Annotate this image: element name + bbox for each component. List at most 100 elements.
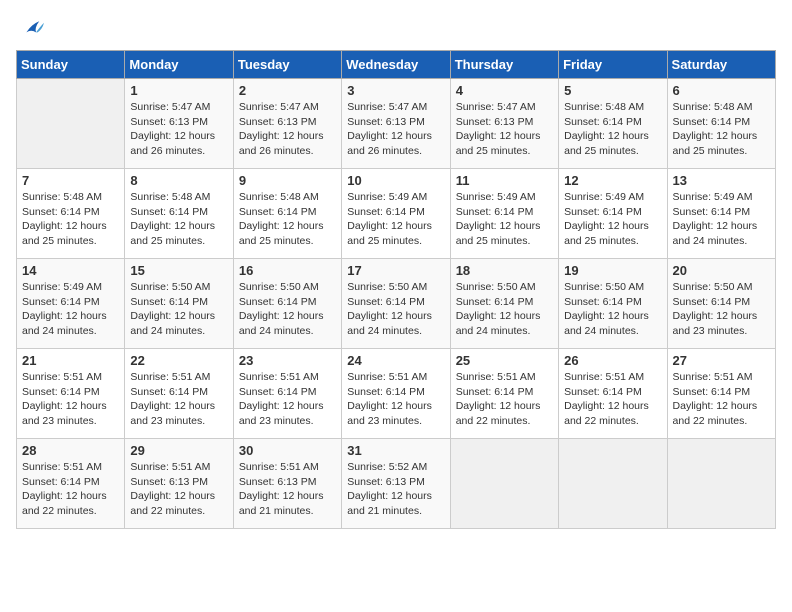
weekday-header-sunday: Sunday	[17, 51, 125, 79]
day-info: Sunrise: 5:51 AM Sunset: 6:14 PM Dayligh…	[22, 370, 119, 429]
day-number: 30	[239, 443, 336, 458]
day-info: Sunrise: 5:47 AM Sunset: 6:13 PM Dayligh…	[347, 100, 444, 159]
day-number: 22	[130, 353, 227, 368]
calendar-cell: 20Sunrise: 5:50 AM Sunset: 6:14 PM Dayli…	[667, 259, 775, 349]
day-number: 11	[456, 173, 553, 188]
day-number: 3	[347, 83, 444, 98]
calendar-cell: 1Sunrise: 5:47 AM Sunset: 6:13 PM Daylig…	[125, 79, 233, 169]
day-info: Sunrise: 5:51 AM Sunset: 6:13 PM Dayligh…	[130, 460, 227, 519]
day-info: Sunrise: 5:47 AM Sunset: 6:13 PM Dayligh…	[130, 100, 227, 159]
calendar-cell: 10 Sunrise: 5:49 AM Sunset: 6:14 PM Dayli…	[342, 169, 450, 259]
weekday-header-monday: Monday	[125, 51, 233, 79]
weekday-header-friday: Friday	[559, 51, 667, 79]
week-row-1: 1Sunrise: 5:47 AM Sunset: 6:13 PM Daylig…	[17, 79, 776, 169]
calendar-cell: 28 Sunrise: 5:51 AM Sunset: 6:14 PM Dayli…	[17, 439, 125, 529]
day-number: 20	[673, 263, 770, 278]
day-number: 5	[564, 83, 661, 98]
calendar-cell: 29 Sunrise: 5:51 AM Sunset: 6:13 PM Dayli…	[125, 439, 233, 529]
day-number: 4	[456, 83, 553, 98]
calendar-cell: 17Sunrise: 5:50 AM Sunset: 6:14 PM Dayli…	[342, 259, 450, 349]
weekday-header-tuesday: Tuesday	[233, 51, 341, 79]
day-info: Sunrise: 5:48 AM Sunset: 6:14 PM Dayligh…	[130, 190, 227, 249]
day-number: 24	[347, 353, 444, 368]
day-number: 10	[347, 173, 444, 188]
weekday-header-thursday: Thursday	[450, 51, 558, 79]
week-row-3: 14 Sunrise: 5:49 AM Sunset: 6:14 PM Dayli…	[17, 259, 776, 349]
day-info: Sunrise: 5:49 AM Sunset: 6:14 PM Dayligh…	[456, 190, 553, 249]
day-number: 25	[456, 353, 553, 368]
day-info: Sunrise: 5:47 AM Sunset: 6:13 PM Dayligh…	[456, 100, 553, 159]
logo	[16, 16, 44, 40]
day-info: Sunrise: 5:50 AM Sunset: 6:14 PM Dayligh…	[130, 280, 227, 339]
day-info: Sunrise: 5:51 AM Sunset: 6:14 PM Dayligh…	[130, 370, 227, 429]
day-number: 6	[673, 83, 770, 98]
day-number: 23	[239, 353, 336, 368]
day-info: Sunrise: 5:51 AM Sunset: 6:14 PM Dayligh…	[239, 370, 336, 429]
day-info: Sunrise: 5:50 AM Sunset: 6:14 PM Dayligh…	[239, 280, 336, 339]
day-info: Sunrise: 5:49 AM Sunset: 6:14 PM Dayligh…	[22, 280, 119, 339]
week-row-5: 28 Sunrise: 5:51 AM Sunset: 6:14 PM Dayli…	[17, 439, 776, 529]
day-number: 16	[239, 263, 336, 278]
logo-bird-icon	[20, 16, 44, 40]
calendar-cell: 2 Sunrise: 5:47 AM Sunset: 6:13 PM Daylig…	[233, 79, 341, 169]
calendar-cell: 23 Sunrise: 5:51 AM Sunset: 6:14 PM Dayli…	[233, 349, 341, 439]
calendar-cell	[17, 79, 125, 169]
calendar-table: SundayMondayTuesdayWednesdayThursdayFrid…	[16, 50, 776, 529]
day-info: Sunrise: 5:47 AM Sunset: 6:13 PM Dayligh…	[239, 100, 336, 159]
calendar-cell: 24 Sunrise: 5:51 AM Sunset: 6:14 PM Dayli…	[342, 349, 450, 439]
day-info: Sunrise: 5:48 AM Sunset: 6:14 PM Dayligh…	[22, 190, 119, 249]
calendar-cell: 26 Sunrise: 5:51 AM Sunset: 6:14 PM Dayli…	[559, 349, 667, 439]
calendar-cell: 27 Sunrise: 5:51 AM Sunset: 6:14 PM Dayli…	[667, 349, 775, 439]
day-info: Sunrise: 5:50 AM Sunset: 6:14 PM Dayligh…	[456, 280, 553, 339]
day-info: Sunrise: 5:51 AM Sunset: 6:13 PM Dayligh…	[239, 460, 336, 519]
calendar-cell: 3 Sunrise: 5:47 AM Sunset: 6:13 PM Daylig…	[342, 79, 450, 169]
day-info: Sunrise: 5:49 AM Sunset: 6:14 PM Dayligh…	[673, 190, 770, 249]
day-number: 27	[673, 353, 770, 368]
calendar-cell: 5 Sunrise: 5:48 AM Sunset: 6:14 PM Daylig…	[559, 79, 667, 169]
day-info: Sunrise: 5:49 AM Sunset: 6:14 PM Dayligh…	[347, 190, 444, 249]
calendar-cell: 25Sunrise: 5:51 AM Sunset: 6:14 PM Dayli…	[450, 349, 558, 439]
weekday-header-wednesday: Wednesday	[342, 51, 450, 79]
calendar-cell: 21 Sunrise: 5:51 AM Sunset: 6:14 PM Dayli…	[17, 349, 125, 439]
day-number: 15	[130, 263, 227, 278]
day-info: Sunrise: 5:51 AM Sunset: 6:14 PM Dayligh…	[564, 370, 661, 429]
calendar-cell: 9Sunrise: 5:48 AM Sunset: 6:14 PM Daylig…	[233, 169, 341, 259]
weekday-header-saturday: Saturday	[667, 51, 775, 79]
day-info: Sunrise: 5:51 AM Sunset: 6:14 PM Dayligh…	[347, 370, 444, 429]
calendar-cell	[559, 439, 667, 529]
day-info: Sunrise: 5:48 AM Sunset: 6:14 PM Dayligh…	[239, 190, 336, 249]
header	[16, 16, 776, 40]
day-number: 26	[564, 353, 661, 368]
day-info: Sunrise: 5:48 AM Sunset: 6:14 PM Dayligh…	[673, 100, 770, 159]
calendar-cell: 11 Sunrise: 5:49 AM Sunset: 6:14 PM Dayli…	[450, 169, 558, 259]
calendar-cell: 30 Sunrise: 5:51 AM Sunset: 6:13 PM Dayli…	[233, 439, 341, 529]
day-number: 12	[564, 173, 661, 188]
calendar-cell: 7Sunrise: 5:48 AM Sunset: 6:14 PM Daylig…	[17, 169, 125, 259]
calendar-cell: 6 Sunrise: 5:48 AM Sunset: 6:14 PM Daylig…	[667, 79, 775, 169]
week-row-2: 7Sunrise: 5:48 AM Sunset: 6:14 PM Daylig…	[17, 169, 776, 259]
calendar-cell	[450, 439, 558, 529]
day-number: 18	[456, 263, 553, 278]
calendar-cell: 4 Sunrise: 5:47 AM Sunset: 6:13 PM Daylig…	[450, 79, 558, 169]
calendar-cell: 18 Sunrise: 5:50 AM Sunset: 6:14 PM Dayli…	[450, 259, 558, 349]
day-info: Sunrise: 5:50 AM Sunset: 6:14 PM Dayligh…	[347, 280, 444, 339]
day-number: 21	[22, 353, 119, 368]
day-number: 14	[22, 263, 119, 278]
calendar-cell: 19Sunrise: 5:50 AM Sunset: 6:14 PM Dayli…	[559, 259, 667, 349]
calendar-cell: 12 Sunrise: 5:49 AM Sunset: 6:14 PM Dayli…	[559, 169, 667, 259]
day-number: 28	[22, 443, 119, 458]
calendar-cell: 8 Sunrise: 5:48 AM Sunset: 6:14 PM Daylig…	[125, 169, 233, 259]
calendar-cell: 14 Sunrise: 5:49 AM Sunset: 6:14 PM Dayli…	[17, 259, 125, 349]
day-number: 8	[130, 173, 227, 188]
day-info: Sunrise: 5:49 AM Sunset: 6:14 PM Dayligh…	[564, 190, 661, 249]
day-info: Sunrise: 5:51 AM Sunset: 6:14 PM Dayligh…	[22, 460, 119, 519]
day-info: Sunrise: 5:52 AM Sunset: 6:13 PM Dayligh…	[347, 460, 444, 519]
day-info: Sunrise: 5:48 AM Sunset: 6:14 PM Dayligh…	[564, 100, 661, 159]
day-info: Sunrise: 5:51 AM Sunset: 6:14 PM Dayligh…	[673, 370, 770, 429]
day-number: 2	[239, 83, 336, 98]
calendar-cell: 13Sunrise: 5:49 AM Sunset: 6:14 PM Dayli…	[667, 169, 775, 259]
day-number: 31	[347, 443, 444, 458]
calendar-cell	[667, 439, 775, 529]
day-number: 29	[130, 443, 227, 458]
calendar-cell: 22 Sunrise: 5:51 AM Sunset: 6:14 PM Dayli…	[125, 349, 233, 439]
